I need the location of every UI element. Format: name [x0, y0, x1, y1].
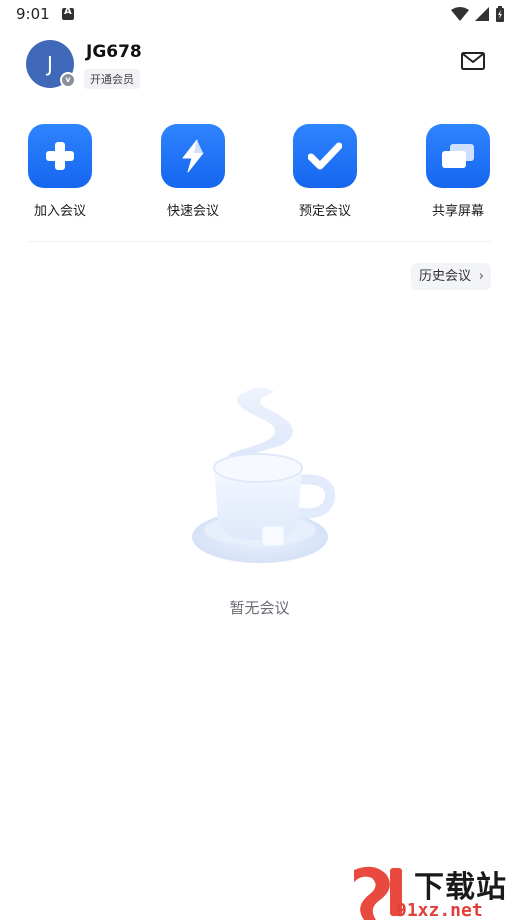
chevron-right-icon: › — [478, 269, 484, 284]
check-icon — [308, 142, 342, 170]
lightning-icon — [182, 139, 204, 173]
empty-state-text: 暂无会议 — [229, 599, 290, 617]
status-time: 9:01 — [16, 5, 50, 23]
profile-header: J v JG678 开通会员 — [26, 40, 496, 94]
quick-meeting-button[interactable]: 快速会议 — [148, 124, 238, 219]
join-meeting-button[interactable]: 加入会议 — [15, 124, 105, 219]
battery-icon — [496, 6, 504, 22]
share-screen-label: 共享屏幕 — [431, 204, 484, 219]
site-watermark-logo: 下载站 91xz.net — [346, 862, 516, 921]
share-screen-button[interactable]: 共享屏幕 — [413, 124, 503, 219]
quick-meeting-label: 快速会议 — [166, 204, 219, 219]
plus-icon — [46, 142, 74, 170]
quick-meeting-tile[interactable] — [161, 124, 225, 188]
vip-mark: v — [65, 75, 71, 84]
avatar-letter: J — [47, 52, 53, 76]
schedule-meeting-label: 预定会议 — [298, 204, 351, 219]
screen-share-icon — [442, 144, 474, 168]
join-meeting-label: 加入会议 — [33, 204, 86, 219]
vip-badge-icon: v — [60, 72, 76, 88]
wifi-icon — [451, 7, 469, 21]
open-membership-button[interactable]: 开通会员 — [84, 69, 140, 89]
app-notification-icon — [62, 6, 74, 20]
empty-coffee-cup-illustration — [180, 380, 340, 570]
watermark-brand-bottom: 91xz.net — [396, 900, 483, 921]
section-divider — [28, 241, 491, 242]
schedule-meeting-tile[interactable] — [293, 124, 357, 188]
status-indicators — [451, 6, 505, 22]
quick-actions: 加入会议 快速会议 预定会议 共享屏幕 — [0, 124, 519, 224]
history-meetings-label: 历史会议 — [419, 269, 472, 284]
history-meetings-button[interactable]: 历史会议 › — [411, 263, 491, 290]
mail-button[interactable] — [460, 50, 490, 76]
schedule-meeting-button[interactable]: 预定会议 — [280, 124, 370, 219]
username[interactable]: JG678 — [86, 42, 142, 62]
share-screen-tile[interactable] — [426, 124, 490, 188]
mail-icon — [461, 52, 485, 70]
status-bar: 9:01 — [0, 0, 519, 30]
signal-icon — [475, 7, 489, 21]
join-meeting-tile[interactable] — [28, 124, 92, 188]
